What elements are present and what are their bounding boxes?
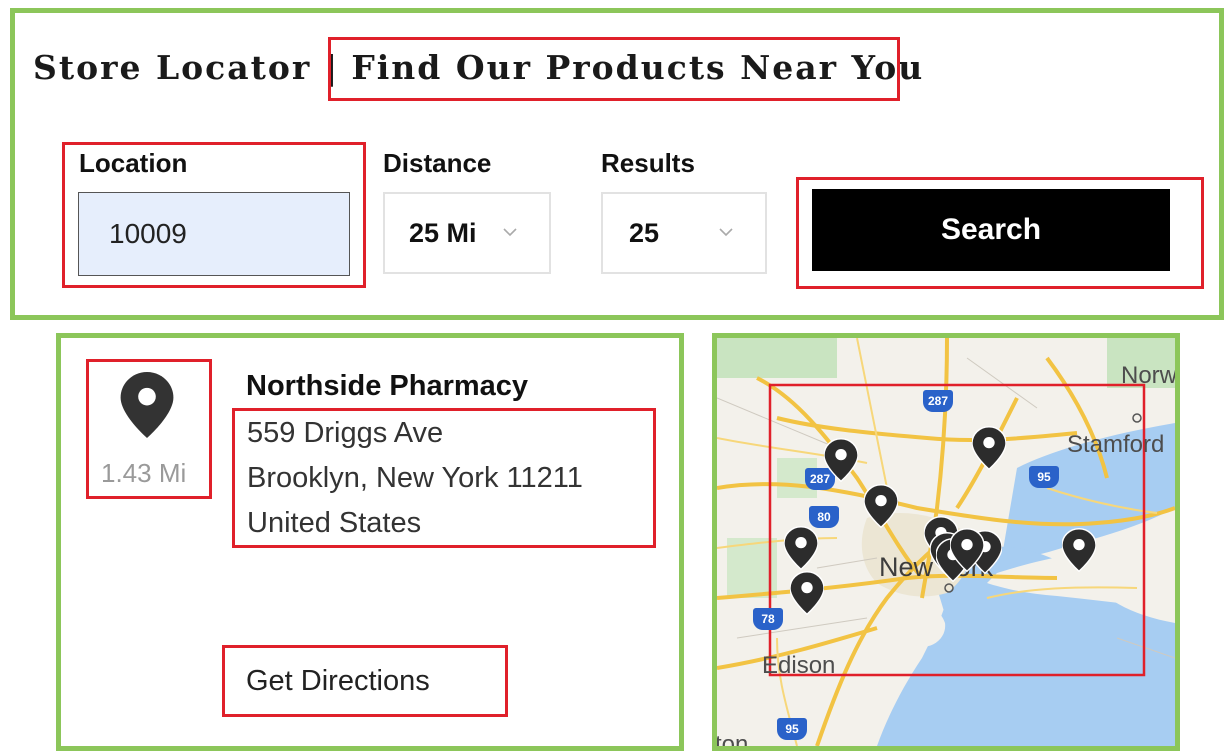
results-label: Results [601, 148, 695, 178]
distance-label: Distance [383, 148, 492, 178]
map-marker-icon[interactable] [790, 571, 824, 615]
highway-shield-80: 80 [809, 506, 839, 528]
chevron-down-icon [503, 228, 517, 237]
store-name: Northside Pharmacy [246, 370, 529, 402]
highway-shield-78: 78 [753, 608, 783, 630]
distance-select-value: 25 Mi [409, 217, 477, 248]
map-label-edison: Edison [762, 652, 836, 679]
highway-shield-95: 95 [777, 718, 807, 740]
page-subtitle: Find Our Products Near You [351, 48, 925, 87]
address-line-3: United States [247, 507, 422, 539]
address-line-1: 559 Driggs Ave [247, 417, 444, 449]
map-label-norwalk: Norw [1121, 362, 1178, 389]
map-marker-icon[interactable] [784, 526, 818, 570]
map-marker-icon[interactable] [972, 426, 1006, 470]
map-marker-icon[interactable] [950, 528, 984, 572]
page-title: Store Locator | Find Our Products Near You [33, 48, 924, 87]
highway-shield-95: 95 [1029, 466, 1059, 488]
location-input[interactable] [78, 192, 350, 276]
highway-shield-287: 287 [923, 390, 953, 412]
map-marker-icon[interactable] [1062, 528, 1096, 572]
chevron-down-icon [719, 228, 733, 237]
map-label-bottom: ton [715, 731, 749, 751]
map[interactable]: Norw Stamford New York Edison ton 287 28… [712, 333, 1180, 751]
get-directions-link[interactable]: Get Directions [224, 646, 508, 716]
title-separator: | [325, 48, 340, 87]
search-button[interactable]: Search [812, 189, 1170, 271]
page-title-main: Store Locator [33, 48, 312, 87]
results-select[interactable]: 25 [601, 192, 767, 274]
result-distance: 1.43 Mi [101, 458, 187, 488]
address-line-2: Brooklyn, New York 11211 [247, 462, 583, 494]
location-label: Location [79, 148, 188, 178]
distance-select[interactable]: 25 Mi [383, 192, 551, 274]
map-marker-icon[interactable] [864, 484, 898, 528]
map-label-stamford: Stamford [1067, 431, 1165, 458]
map-marker-icon[interactable] [824, 438, 858, 482]
results-select-value: 25 [629, 217, 660, 248]
location-pin-icon [120, 372, 174, 438]
